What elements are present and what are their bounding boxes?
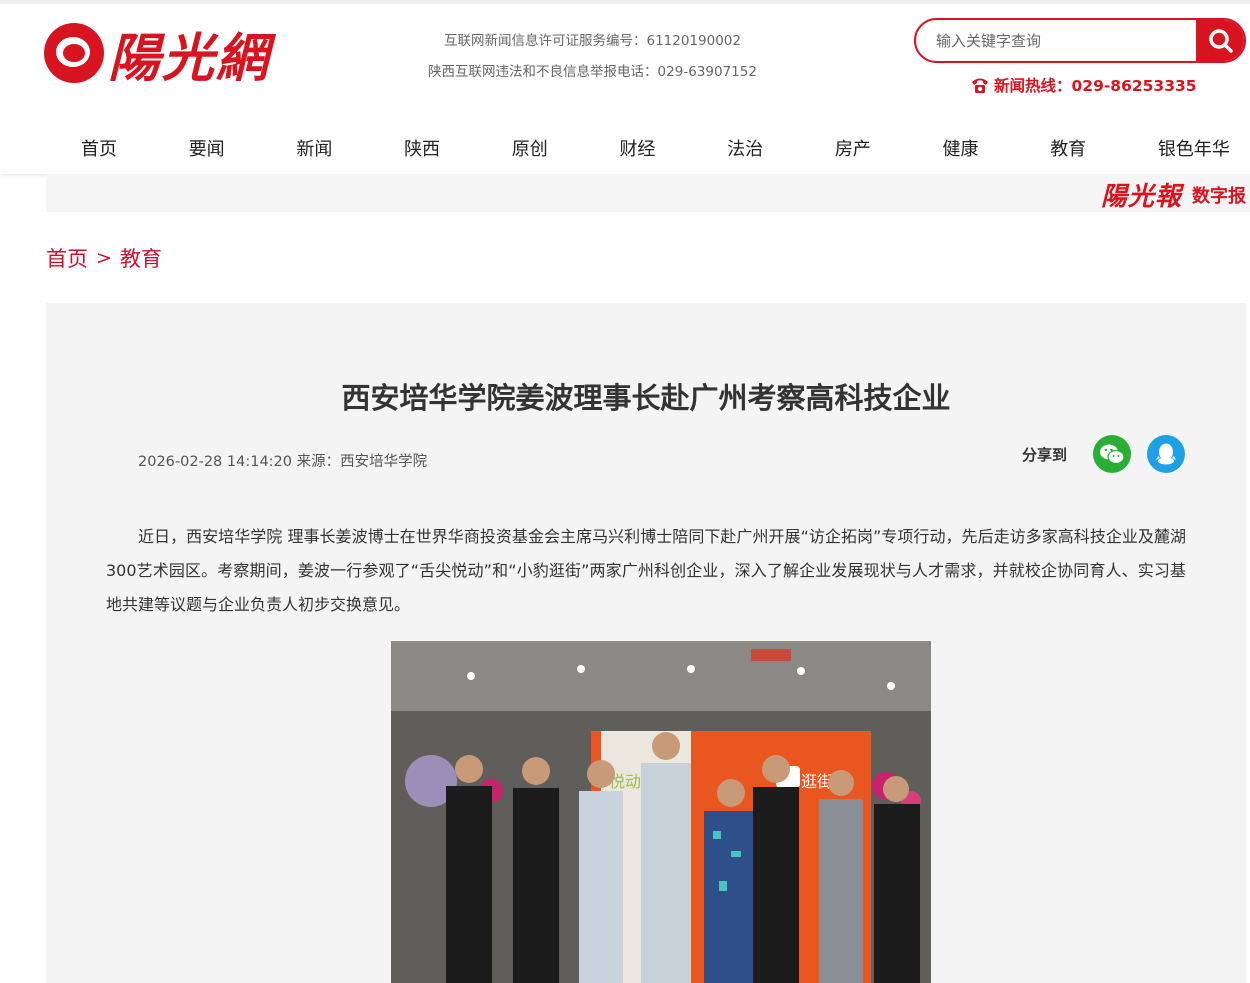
article-container: 西安培华学院姜波理事长赴广州考察高科技企业 2026-02-28 14:14:2… bbox=[46, 303, 1246, 983]
share-wechat-button[interactable] bbox=[1093, 435, 1132, 473]
article-photo: 悦动 逛街 bbox=[391, 641, 931, 983]
digital-paper-link[interactable]: 陽光報 数字报 bbox=[1101, 176, 1246, 213]
share-label: 分享到 bbox=[1022, 445, 1068, 464]
nav-item-news[interactable]: 新闻 bbox=[296, 132, 332, 172]
hotline-text: 新闻热线：029-86253335 bbox=[994, 77, 1197, 95]
search-icon bbox=[1209, 28, 1233, 53]
article-meta: 2026-02-28 14:14:20 来源：西安培华学院 bbox=[138, 454, 428, 470]
article-paragraph: 近日，西安培华学院 理事长姜波博士在世界华商投资基金会主席马兴利博士陪同下赴广州… bbox=[106, 527, 1186, 614]
report-phone: 陕西互联网违法和不良信息举报电话：029-63907152 bbox=[428, 64, 757, 80]
nav-item-shaanxi[interactable]: 陕西 bbox=[404, 132, 440, 172]
search-button[interactable] bbox=[1196, 20, 1244, 61]
news-hotline: 新闻热线：029-86253335 bbox=[970, 74, 1197, 96]
search-input[interactable] bbox=[916, 20, 1196, 61]
site-header: 陽光網 互联网新闻信息许可证服务编号：61120190002 陕西互联网违法和不… bbox=[0, 4, 1250, 174]
breadcrumb-separator: > bbox=[96, 247, 112, 269]
license-info: 互联网新闻信息许可证服务编号：61120190002 陕西互联网违法和不良信息举… bbox=[400, 26, 785, 88]
nav-item-health[interactable]: 健康 bbox=[943, 132, 979, 172]
site-logo[interactable]: 陽光網 bbox=[44, 18, 284, 89]
nav-item-original[interactable]: 原创 bbox=[512, 132, 548, 172]
digital-paper-logo: 陽光報 bbox=[1100, 182, 1182, 212]
search-box bbox=[914, 18, 1246, 63]
logo-sun-icon bbox=[44, 23, 104, 83]
nav-item-headlines[interactable]: 要闻 bbox=[189, 132, 225, 172]
breadcrumb-current[interactable]: 教育 bbox=[120, 243, 162, 273]
share-qq-button[interactable] bbox=[1147, 435, 1186, 473]
license-number: 互联网新闻信息许可证服务编号：61120190002 bbox=[444, 33, 741, 49]
main-nav: 首页 要闻 新闻 陕西 原创 财经 法治 房产 健康 教育 银色年华 bbox=[46, 132, 1250, 172]
qq-penguin-icon bbox=[1156, 443, 1177, 465]
breadcrumb: 首页 > 教育 bbox=[46, 243, 162, 273]
nav-item-finance[interactable]: 财经 bbox=[619, 132, 655, 172]
nav-item-law[interactable]: 法治 bbox=[727, 132, 763, 172]
nav-item-education[interactable]: 教育 bbox=[1050, 132, 1086, 172]
wechat-icon bbox=[1100, 444, 1125, 465]
article-title: 西安培华学院姜波理事长赴广州考察高科技企业 bbox=[341, 381, 951, 415]
group-photo-illustration: 悦动 逛街 bbox=[391, 641, 931, 983]
phone-icon bbox=[972, 78, 988, 93]
digital-paper-bar: 陽光報 数字报 bbox=[46, 174, 1250, 212]
nav-item-home[interactable]: 首页 bbox=[81, 132, 117, 172]
logo-text: 陽光網 bbox=[108, 27, 271, 89]
digital-paper-label: 数字报 bbox=[1192, 185, 1246, 207]
nav-item-silver-age[interactable]: 银色年华 bbox=[1158, 132, 1230, 172]
nav-item-realestate[interactable]: 房产 bbox=[835, 132, 871, 172]
breadcrumb-home[interactable]: 首页 bbox=[46, 243, 88, 273]
share-bar: 分享到 bbox=[1022, 435, 1186, 473]
